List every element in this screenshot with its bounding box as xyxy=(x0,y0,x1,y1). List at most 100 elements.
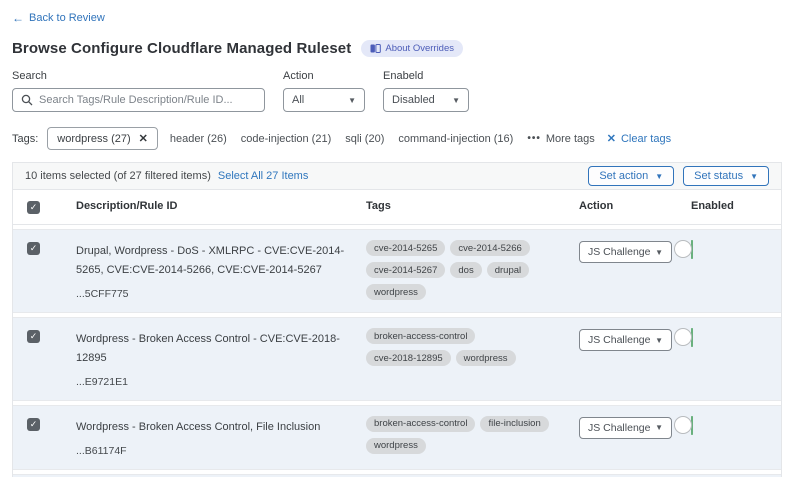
tag-pill: broken-access-control xyxy=(366,328,475,344)
selected-tag-label: wordpress (27) xyxy=(57,133,130,145)
about-overrides-badge[interactable]: About Overrides xyxy=(361,40,463,57)
row-enabled-cell xyxy=(691,241,781,259)
remove-tag-icon[interactable]: ✕ xyxy=(139,132,148,145)
more-tags-label: More tags xyxy=(546,133,595,145)
tag-pill: cve-2014-5267 xyxy=(366,262,445,278)
row-rule-id: ...5CFF775 xyxy=(76,288,346,300)
row-tags-cell: broken-access-control cve-2018-12895 wordp… xyxy=(366,328,579,366)
filters: Search Action All ▼ Enabeld Disabled ▼ xyxy=(12,70,782,112)
tag-pill: wordpress xyxy=(366,284,426,300)
row-description-cell: Wordpress - Broken Access Control - CVE:… xyxy=(76,329,366,388)
toggle-knob xyxy=(674,240,692,258)
clear-tags-label: Clear tags xyxy=(621,133,671,145)
enabled-filter-select[interactable]: Disabled ▼ xyxy=(383,88,469,112)
row-rule-id: ...E9721E1 xyxy=(76,376,346,388)
table-row: ✓ Wordpress - Broken Access Control - CV… xyxy=(13,317,781,401)
enabled-toggle[interactable] xyxy=(691,240,693,259)
ellipsis-icon: ••• xyxy=(527,133,541,144)
chevron-down-icon: ▼ xyxy=(348,96,356,105)
action-filter-label: Action xyxy=(283,70,383,82)
row-checkbox[interactable]: ✓ xyxy=(27,242,40,255)
row-action-value: JS Challenge xyxy=(588,246,650,258)
row-description: Drupal, Wordpress - DoS - XMLRPC - CVE:C… xyxy=(76,245,344,276)
tag-pill: dos xyxy=(450,262,481,278)
table-row: ✓ Wordpress - Broken Access Control, Fil… xyxy=(13,405,781,470)
tag-option[interactable]: code-injection (21) xyxy=(241,133,332,145)
tags-bar: Tags: wordpress (27) ✕ header (26) code-i… xyxy=(12,127,782,150)
chevron-down-icon: ▼ xyxy=(655,336,663,345)
tag-pill: cve-2014-5266 xyxy=(450,240,529,256)
search-icon xyxy=(21,94,33,106)
tag-option[interactable]: sqli (20) xyxy=(345,133,384,145)
row-description-cell: Wordpress - Broken Access Control, File … xyxy=(76,417,366,457)
more-tags-button[interactable]: ••• More tags xyxy=(527,133,594,145)
row-tags-cell: cve-2014-5265cve-2014-5266cve-2014-5267d… xyxy=(366,240,579,300)
set-status-button[interactable]: Set status ▼ xyxy=(683,166,769,186)
action-filter-value: All xyxy=(292,94,304,106)
clear-icon: ✕ xyxy=(607,132,616,145)
selection-actions: Set action ▼ Set status ▼ xyxy=(588,166,769,186)
set-action-label: Set action xyxy=(599,170,648,182)
tag-pill: wordpress xyxy=(456,350,516,366)
row-rule-id: ...B61174F xyxy=(76,445,346,457)
tag-pill: file-inclusion xyxy=(480,416,548,432)
chevron-down-icon: ▼ xyxy=(655,423,663,432)
row-action-value: JS Challenge xyxy=(588,422,650,434)
row-enabled-cell xyxy=(691,417,781,435)
header-enabled: Enabled xyxy=(691,200,781,212)
chevron-down-icon: ▼ xyxy=(655,248,663,257)
action-filter-select[interactable]: All ▼ xyxy=(283,88,365,112)
row-action-select[interactable]: JS Challenge ▼ xyxy=(579,329,672,351)
selected-tag-chip-wordpress[interactable]: wordpress (27) ✕ xyxy=(47,127,158,150)
back-to-review-link[interactable]: ← Back to Review xyxy=(12,11,105,25)
chevron-down-icon: ▼ xyxy=(452,96,460,105)
table-body: ✓ Drupal, Wordpress - DoS - XMLRPC - CVE… xyxy=(13,229,781,477)
toggle-knob xyxy=(674,416,692,434)
book-icon xyxy=(370,44,381,53)
header-tags: Tags xyxy=(366,200,579,212)
row-description-cell: Drupal, Wordpress - DoS - XMLRPC - CVE:C… xyxy=(76,241,366,300)
page: ← Back to Review Browse Configure Cloudf… xyxy=(0,0,794,477)
tags-bar-label: Tags: xyxy=(12,133,38,145)
row-description: Wordpress - Broken Access Control, File … xyxy=(76,421,320,433)
search-input[interactable] xyxy=(39,94,256,106)
selection-summary: 10 items selected (of 27 filtered items) xyxy=(25,170,211,182)
header-description: Description/Rule ID xyxy=(76,200,366,212)
toggle-knob xyxy=(674,328,692,346)
tag-pill: wordpress xyxy=(366,438,426,454)
back-arrow-icon: ← xyxy=(12,11,24,25)
tag-list: header (26) code-injection (21) sqli (20) c… xyxy=(170,133,527,145)
clear-tags-button[interactable]: ✕ Clear tags xyxy=(607,132,671,145)
selection-bar: 10 items selected (of 27 filtered items)… xyxy=(13,163,781,190)
enabled-toggle[interactable] xyxy=(691,416,693,435)
table-header-row: ✓ Description/Rule ID Tags Action Enable… xyxy=(13,190,781,225)
chevron-down-icon: ▼ xyxy=(655,172,663,181)
enabled-toggle[interactable] xyxy=(691,328,693,347)
ruleset-table: 10 items selected (of 27 filtered items)… xyxy=(12,162,782,477)
tag-pill: cve-2018-12895 xyxy=(366,350,451,366)
table-row: ✓ Drupal, Wordpress - DoS - XMLRPC - CVE… xyxy=(13,229,781,313)
search-group: Search xyxy=(12,70,283,112)
row-description: Wordpress - Broken Access Control - CVE:… xyxy=(76,333,340,364)
about-overrides-label: About Overrides xyxy=(385,43,454,54)
tag-option[interactable]: header (26) xyxy=(170,133,227,145)
row-enabled-cell xyxy=(691,329,781,347)
set-action-button[interactable]: Set action ▼ xyxy=(588,166,674,186)
enabled-filter-value: Disabled xyxy=(392,94,435,106)
page-title: Browse Configure Cloudflare Managed Rule… xyxy=(12,40,351,57)
search-label: Search xyxy=(12,70,283,82)
tag-pill: broken-access-control xyxy=(366,416,475,432)
row-action-value: JS Challenge xyxy=(588,334,650,346)
enabled-filter-label: Enabeld xyxy=(383,70,469,82)
row-checkbox[interactable]: ✓ xyxy=(27,330,40,343)
row-action-select[interactable]: JS Challenge ▼ xyxy=(579,417,672,439)
enabled-filter-group: Enabeld Disabled ▼ xyxy=(383,70,469,112)
search-box xyxy=(12,88,265,112)
row-action-select[interactable]: JS Challenge ▼ xyxy=(579,241,672,263)
select-all-checkbox[interactable]: ✓ xyxy=(27,201,40,214)
tag-option[interactable]: command-injection (16) xyxy=(398,133,513,145)
back-link-label: Back to Review xyxy=(29,12,105,24)
row-checkbox[interactable]: ✓ xyxy=(27,418,40,431)
select-all-link[interactable]: Select All 27 Items xyxy=(218,170,309,182)
header-action: Action xyxy=(579,200,691,212)
